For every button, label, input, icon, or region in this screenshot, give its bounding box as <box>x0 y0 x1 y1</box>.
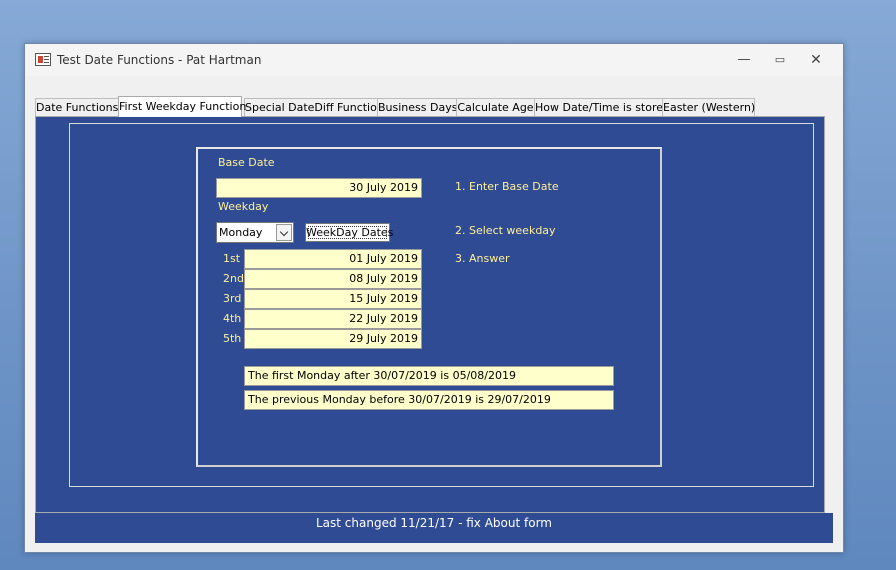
base-date-input[interactable]: 30 July 2019 <box>216 178 422 198</box>
first-after-field[interactable]: The first Monday after 30/07/2019 is 05/… <box>244 366 614 386</box>
ordinal-1st-label: 1st <box>223 252 241 265</box>
result-1st-field[interactable]: 01 July 2019 <box>244 249 422 269</box>
previous-before-field[interactable]: The previous Monday before 30/07/2019 is… <box>244 390 614 410</box>
app-window: Test Date Functions - Pat Hartman — ▭ ✕ … <box>24 43 844 553</box>
tab-first-weekday-function[interactable]: First Weekday Function <box>118 96 246 117</box>
instruction-2: 2. Select weekday <box>455 224 556 237</box>
instruction-1: 1. Enter Base Date <box>455 180 559 193</box>
form-icon <box>35 53 51 66</box>
instruction-3: 3. Answer <box>455 252 510 265</box>
ordinal-2nd-label: 2nd <box>223 272 244 285</box>
base-date-label: Base Date <box>218 156 275 169</box>
chevron-down-icon[interactable] <box>276 224 292 241</box>
minimize-button[interactable]: — <box>735 52 753 68</box>
maximize-button[interactable]: ▭ <box>771 52 789 68</box>
footer-bar: Last changed 11/21/17 - fix About form <box>35 513 833 543</box>
tab-date-functions[interactable]: Date Functions <box>35 98 119 116</box>
weekday-select-value: Monday <box>219 226 263 239</box>
tab-business-days[interactable]: Business Days <box>377 98 457 116</box>
tab-special-datediff-function[interactable]: Special DateDiff Function <box>244 98 384 116</box>
footer-text: Last changed 11/21/17 - fix About form <box>315 516 552 530</box>
weekday-select[interactable]: Monday <box>216 222 294 243</box>
tab-how-date-time-is-stored[interactable]: How Date/Time is stored <box>534 98 670 116</box>
tab-easter-western[interactable]: Easter (Western) <box>662 98 755 116</box>
close-button[interactable]: ✕ <box>807 52 825 68</box>
weekday-dates-button[interactable]: WeekDay Dates <box>305 223 393 242</box>
weekday-label: Weekday <box>218 200 269 213</box>
result-3rd-field[interactable]: 15 July 2019 <box>244 289 422 309</box>
result-2nd-field[interactable]: 08 July 2019 <box>244 269 422 289</box>
ordinal-3rd-label: 3rd <box>223 292 242 305</box>
ordinal-4th-label: 4th <box>223 312 242 325</box>
title-bar: Test Date Functions - Pat Hartman — ▭ ✕ <box>25 44 843 76</box>
window-title: Test Date Functions - Pat Hartman <box>57 53 262 67</box>
tab-calculate-age[interactable]: Calculate Age <box>456 98 535 116</box>
result-5th-field[interactable]: 29 July 2019 <box>244 329 422 349</box>
ordinal-5th-label: 5th <box>223 332 242 345</box>
result-4th-field[interactable]: 22 July 2019 <box>244 309 422 329</box>
